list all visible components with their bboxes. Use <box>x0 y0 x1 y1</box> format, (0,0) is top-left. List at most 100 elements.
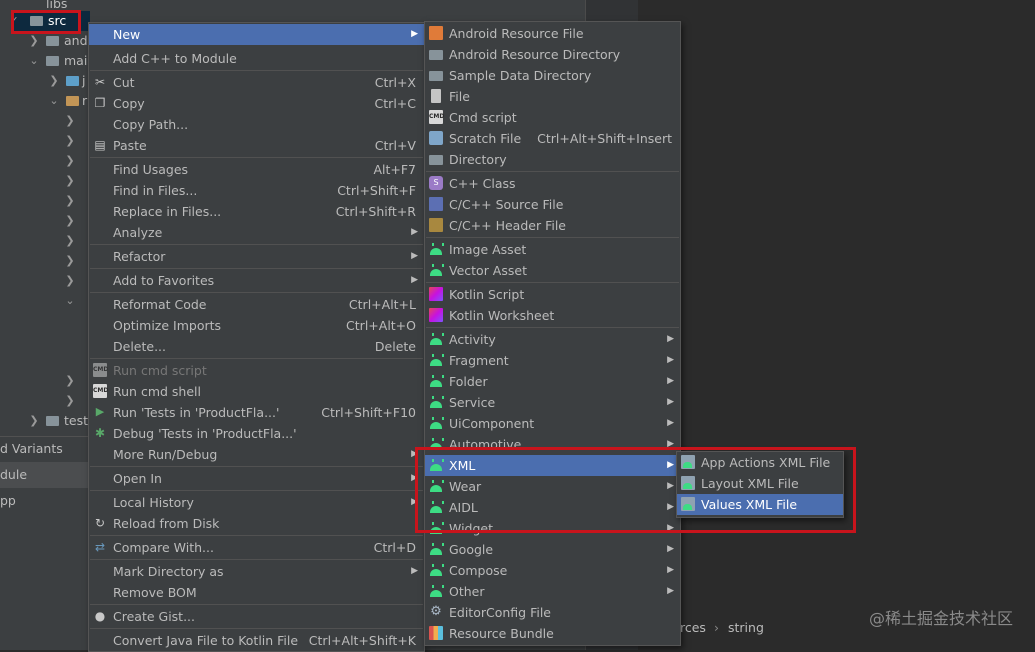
menu-item-sample-data-directory[interactable]: Sample Data Directory <box>425 65 680 86</box>
menu-item-cmd-script[interactable]: CMD Cmd script <box>425 107 680 128</box>
menu-item-fragment[interactable]: Fragment ▶ <box>425 350 680 371</box>
menu-item-cpp-class[interactable]: S C++ Class <box>425 173 680 194</box>
menu-item-copy-path[interactable]: Copy Path... <box>89 114 424 135</box>
menu-item-kotlin-script[interactable]: Kotlin Script <box>425 284 680 305</box>
menu-item-resource-bundle[interactable]: Resource Bundle <box>425 623 680 644</box>
menu-item-add-to-favorites[interactable]: Add to Favorites ▶ <box>89 270 424 291</box>
folder-icon <box>429 155 443 165</box>
menu-item-android-resource-directory[interactable]: Android Resource Directory <box>425 44 680 65</box>
menu-item-mark-directory-as[interactable]: Mark Directory as ▶ <box>89 561 424 582</box>
chevron-right-icon[interactable]: ❯ <box>28 411 40 431</box>
reload-icon: ↻ <box>94 516 106 530</box>
menu-item-debug-tests[interactable]: ✱ Debug 'Tests in 'ProductFla...' <box>89 423 424 444</box>
c-header-icon <box>429 218 443 232</box>
menu-item-image-asset[interactable]: Image Asset <box>425 239 680 260</box>
menu-item-c-source-file[interactable]: C/C++ Source File <box>425 194 680 215</box>
folder-icon <box>46 36 59 46</box>
android-icon <box>429 584 443 598</box>
menu-item-activity[interactable]: Activity ▶ <box>425 329 680 350</box>
folder-icon <box>46 56 59 66</box>
menu-item-service[interactable]: Service ▶ <box>425 392 680 413</box>
menu-item-remove-bom[interactable]: Remove BOM <box>89 582 424 603</box>
folder-icon <box>429 71 443 81</box>
menu-separator <box>426 327 679 328</box>
tree-row-label[interactable]: test <box>64 411 88 431</box>
menu-item-editorconfig-file[interactable]: ⚙ EditorConfig File <box>425 602 680 623</box>
chevron-right-icon[interactable]: ❯ <box>64 111 76 131</box>
menu-item-new[interactable]: New ▶ <box>89 24 424 45</box>
menu-item-compose[interactable]: Compose ▶ <box>425 560 680 581</box>
menu-item-reformat-code[interactable]: Reformat Code Ctrl+Alt+L <box>89 294 424 315</box>
module-row[interactable]: pp <box>0 488 16 514</box>
menu-item-replace-in-files[interactable]: Replace in Files... Ctrl+Shift+R <box>89 201 424 222</box>
menu-item-kotlin-worksheet[interactable]: Kotlin Worksheet <box>425 305 680 326</box>
menu-item-run-cmd-script[interactable]: CMD Run cmd script <box>89 360 424 381</box>
chevron-right-icon[interactable]: ❯ <box>64 191 76 211</box>
chevron-right-icon[interactable]: ❯ <box>64 231 76 251</box>
menu-item-copy[interactable]: ❐ Copy Ctrl+C <box>89 93 424 114</box>
menu-item-run-tests[interactable]: ▶ Run 'Tests in 'ProductFla...' Ctrl+Shift… <box>89 402 424 423</box>
menu-item-local-history[interactable]: Local History ▶ <box>89 492 424 513</box>
menu-item-c-header-file[interactable]: C/C++ Header File <box>425 215 680 236</box>
android-icon <box>429 263 443 277</box>
menu-item-delete[interactable]: Delete... Delete <box>89 336 424 357</box>
chevron-right-icon[interactable]: ❯ <box>64 151 76 171</box>
menu-item-android-resource-file[interactable]: Android Resource File <box>425 23 680 44</box>
menu-item-add-cpp[interactable]: Add C++ to Module <box>89 48 424 69</box>
menu-item-optimize-imports[interactable]: Optimize Imports Ctrl+Alt+O <box>89 315 424 336</box>
scratch-icon <box>429 131 443 145</box>
chevron-right-icon[interactable]: ❯ <box>64 271 76 291</box>
menu-item-paste[interactable]: ▤ Paste Ctrl+V <box>89 135 424 156</box>
menu-item-vector-asset[interactable]: Vector Asset <box>425 260 680 281</box>
menu-item-folder[interactable]: Folder ▶ <box>425 371 680 392</box>
menu-item-find-in-files[interactable]: Find in Files... Ctrl+Shift+F <box>89 180 424 201</box>
breadcrumb-item[interactable]: string <box>728 616 764 640</box>
menu-separator <box>90 535 423 536</box>
menu-item-open-in[interactable]: Open In ▶ <box>89 468 424 489</box>
breadcrumb-separator: › <box>714 620 719 635</box>
menu-item-compare-with[interactable]: ⇄ Compare With... Ctrl+D <box>89 537 424 558</box>
chevron-right-icon[interactable]: ❯ <box>64 391 76 411</box>
menu-item-reload-from-disk[interactable]: ↻ Reload from Disk <box>89 513 424 534</box>
menu-item-more-run-debug[interactable]: More Run/Debug ▶ <box>89 444 424 465</box>
tree-row-label[interactable]: mai <box>64 51 87 71</box>
menu-item-file[interactable]: File <box>425 86 680 107</box>
menu-item-other[interactable]: Other ▶ <box>425 581 680 602</box>
android-icon <box>429 353 443 367</box>
chevron-right-icon[interactable]: ❯ <box>28 31 40 51</box>
menu-item-directory[interactable]: Directory <box>425 149 680 170</box>
menu-item-create-gist[interactable]: ● Create Gist... <box>89 606 424 627</box>
chevron-right-icon[interactable]: ❯ <box>64 251 76 271</box>
folder-icon <box>46 416 59 426</box>
menu-item-convert-java-to-kotlin[interactable]: Convert Java File to Kotlin File Ctrl+Alt… <box>89 630 424 651</box>
chevron-right-icon[interactable]: ❯ <box>64 131 76 151</box>
menu-item-find-usages[interactable]: Find Usages Alt+F7 <box>89 159 424 180</box>
android-icon <box>429 242 443 256</box>
chevron-down-icon[interactable]: ⌄ <box>48 91 60 111</box>
chevron-right-icon[interactable]: ❯ <box>64 211 76 231</box>
menu-item-google[interactable]: Google ▶ <box>425 539 680 560</box>
menu-item-analyze[interactable]: Analyze ▶ <box>89 222 424 243</box>
menu-item-run-cmd-shell[interactable]: CMD Run cmd shell <box>89 381 424 402</box>
build-variants-tab[interactable]: d Variants <box>0 436 63 462</box>
chevron-right-icon[interactable]: ❯ <box>64 171 76 191</box>
menu-item-uicomponent[interactable]: UiComponent ▶ <box>425 413 680 434</box>
chevron-right-icon[interactable]: ❯ <box>48 71 60 91</box>
chevron-right-icon[interactable]: ❯ <box>64 371 76 391</box>
breadcrumb-item[interactable]: rces <box>680 616 706 640</box>
menu-separator <box>90 466 423 467</box>
menu-item-scratch-file[interactable]: Scratch File Ctrl+Alt+Shift+Insert <box>425 128 680 149</box>
compare-icon: ⇄ <box>94 540 106 554</box>
chevron-down-icon[interactable]: ⌄ <box>64 291 76 311</box>
folder-icon <box>429 50 443 60</box>
tree-row-label[interactable]: j <box>82 71 85 91</box>
tree-row-label[interactable]: r <box>82 91 87 111</box>
menu-separator <box>90 244 423 245</box>
chevron-down-icon[interactable]: ⌄ <box>28 51 40 71</box>
tree-row-label[interactable]: and <box>64 31 88 51</box>
android-icon <box>429 563 443 577</box>
menu-item-refactor[interactable]: Refactor ▶ <box>89 246 424 267</box>
watermark: @稀土掘金技术社区 <box>868 609 1013 628</box>
android-icon <box>429 395 443 409</box>
menu-item-cut[interactable]: ✂ Cut Ctrl+X <box>89 72 424 93</box>
